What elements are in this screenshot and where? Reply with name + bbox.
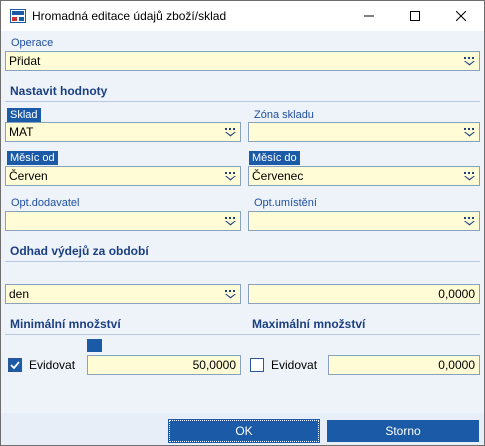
min-evidovat-label: Evidovat xyxy=(29,358,76,372)
maximize-button[interactable] xyxy=(392,1,438,31)
opt-dodavatel-label: Opt.dodavatel xyxy=(11,197,80,209)
mesic-od-label: Měsíc od xyxy=(7,151,58,165)
dropdown-icon xyxy=(225,128,236,137)
sklad-label: Sklad xyxy=(7,108,41,122)
odhad-unit-select[interactable]: den xyxy=(5,284,241,304)
ok-button[interactable]: OK xyxy=(168,419,320,443)
dropdown-icon xyxy=(225,217,236,226)
close-icon xyxy=(456,11,466,21)
operace-value: Přidat xyxy=(9,54,41,68)
odhad-unit-value: den xyxy=(9,287,30,301)
separator xyxy=(5,261,480,262)
mesic-od-select[interactable]: Červen xyxy=(5,166,241,186)
max-evidovat-checkbox[interactable] xyxy=(250,358,264,372)
sklad-value: MAT xyxy=(9,125,34,139)
zona-label: Zóna skladu xyxy=(254,109,314,121)
mesic-od-value: Červen xyxy=(9,169,48,183)
opt-umisteni-label: Opt.umístění xyxy=(254,197,317,209)
separator xyxy=(5,334,480,335)
dialog-content: Operace Přidat Nastavit hodnoty Sklad MA… xyxy=(1,31,484,445)
dropdown-icon xyxy=(225,290,236,299)
title-bar: Hromadná editace údajů zboží/sklad xyxy=(1,1,484,31)
minimize-icon xyxy=(364,15,374,17)
window-title: Hromadná editace údajů zboží/sklad xyxy=(32,9,227,23)
operace-select[interactable]: Přidat xyxy=(5,51,480,71)
app-icon xyxy=(10,9,26,23)
minimize-button[interactable] xyxy=(346,1,392,31)
odhad-heading: Odhad výdejů za období xyxy=(10,244,149,258)
close-button[interactable] xyxy=(438,1,484,31)
zona-select[interactable] xyxy=(248,122,480,142)
max-value-input[interactable]: 0,0000 xyxy=(328,355,480,375)
focus-marker xyxy=(87,339,102,352)
min-heading: Minimální množství xyxy=(10,317,121,331)
max-evidovat-label: Evidovat xyxy=(271,358,318,372)
mesic-do-select[interactable]: Červenec xyxy=(248,166,480,186)
maximize-icon xyxy=(410,11,420,21)
min-value: 50,0000 xyxy=(192,358,236,372)
dropdown-icon xyxy=(464,57,475,66)
operace-label: Operace xyxy=(11,37,54,49)
dropdown-icon xyxy=(464,217,475,226)
dropdown-icon xyxy=(225,172,236,181)
mesic-do-value: Červenec xyxy=(252,169,304,183)
odhad-amount-value: 0,0000 xyxy=(438,287,475,301)
opt-dodavatel-select[interactable] xyxy=(5,211,241,231)
dialog-window: Hromadná editace údajů zboží/sklad Opera… xyxy=(0,0,485,446)
sklad-select[interactable]: MAT xyxy=(5,122,241,142)
max-heading: Maximální množství xyxy=(252,317,366,331)
checkmark-icon xyxy=(10,361,20,370)
min-value-input[interactable]: 50,0000 xyxy=(87,355,241,375)
separator xyxy=(5,101,480,102)
storno-button[interactable]: Storno xyxy=(327,420,479,442)
dropdown-icon xyxy=(464,172,475,181)
min-evidovat-checkbox[interactable] xyxy=(8,358,22,372)
dropdown-icon xyxy=(464,128,475,137)
nastavit-heading: Nastavit hodnoty xyxy=(10,84,108,98)
odhad-amount-input[interactable]: 0,0000 xyxy=(248,284,480,304)
max-value: 0,0000 xyxy=(438,358,475,372)
mesic-do-label: Měsíc do xyxy=(249,151,300,165)
opt-umisteni-select[interactable] xyxy=(248,211,480,231)
